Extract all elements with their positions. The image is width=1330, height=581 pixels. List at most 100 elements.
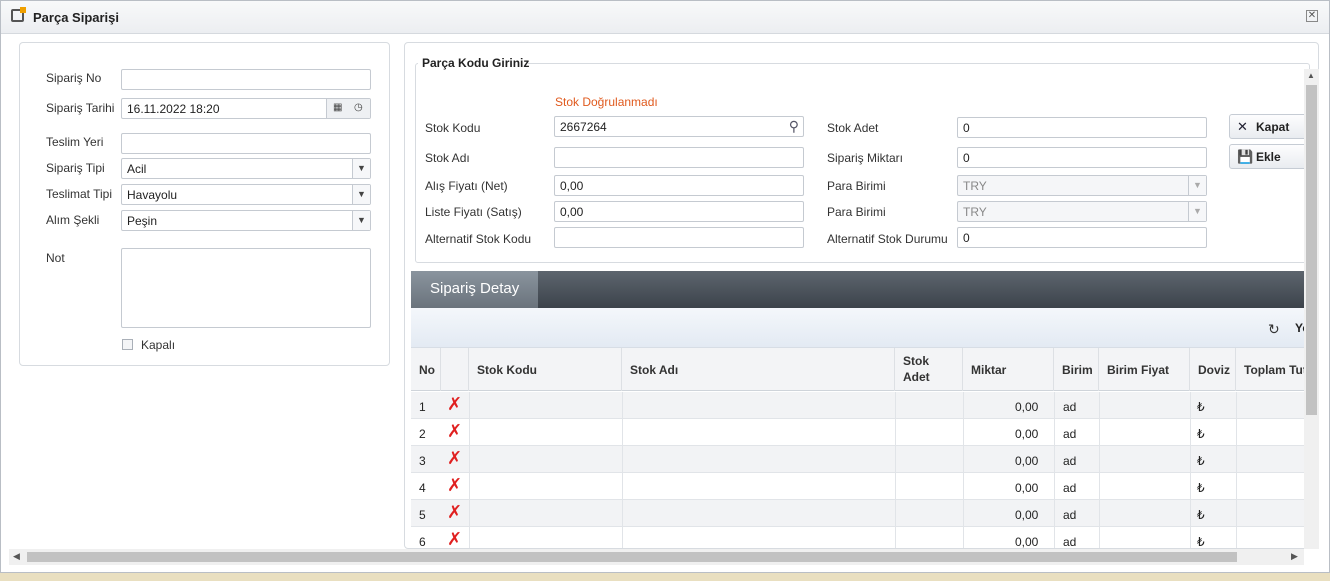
delete-row-icon[interactable]: ✗ (447, 422, 462, 440)
row-birim: ad (1063, 481, 1077, 495)
table-row[interactable]: 5 0,00 ad ₺ ✗ (411, 500, 1318, 527)
row-no: 1 (419, 400, 426, 414)
scroll-up-icon[interactable]: ▲ (1307, 71, 1315, 80)
para-birimi-value: TRY (963, 179, 987, 193)
siparis-tipi-label: Sipariş Tipi (46, 161, 105, 175)
row-miktar: 0,00 (1015, 481, 1039, 495)
column-birim[interactable]: Birim (1054, 348, 1099, 391)
vertical-scrollbar[interactable]: ▲ ▼ (1304, 69, 1319, 549)
column-stok-adet[interactable]: Stok Adet (895, 348, 963, 391)
vertical-scroll-thumb[interactable] (1306, 85, 1317, 415)
alternatif-stok-durumu-input[interactable]: 0 (957, 227, 1207, 248)
alternatif-stok-kodu-input[interactable] (554, 227, 804, 248)
siparis-tipi-value: Acil (127, 162, 147, 176)
para-birimi-select[interactable]: TRY ▼ (957, 175, 1207, 196)
ekle-button[interactable]: 💾 Ekle (1229, 144, 1307, 169)
tab-siparis-detay[interactable]: Sipariş Detay (411, 271, 538, 308)
table-row[interactable]: 1 0,00 ad ₺ ✗ (411, 392, 1318, 419)
column-miktar[interactable]: Miktar (963, 348, 1054, 391)
siparis-tarihi-value: 16.11.2022 18:20 (127, 102, 220, 116)
alis-fiyati-input[interactable]: 0,00 (554, 175, 804, 196)
delete-row-icon[interactable]: ✗ (447, 503, 462, 521)
row-miktar: 0,00 (1015, 427, 1039, 441)
delete-row-icon[interactable]: ✗ (447, 395, 462, 413)
column-stok-adi[interactable]: Stok Adı (622, 348, 895, 391)
search-icon[interactable]: ⚲ (789, 118, 799, 135)
alternatif-stok-durumu-label: Alternatif Stok Durumu (827, 232, 948, 246)
siparis-tarihi-input[interactable]: 16.11.2022 18:20 ▦ ◷ (121, 98, 371, 119)
chevron-down-icon[interactable]: ▼ (352, 211, 370, 230)
siparis-miktari-label: Sipariş Miktarı (827, 151, 904, 165)
close-icon[interactable]: ✕ (1306, 10, 1318, 22)
stok-adi-label: Stok Adı (425, 151, 470, 165)
alis-fiyati-label: Alış Fiyatı (Net) (425, 179, 508, 193)
kapali-checkbox[interactable] (122, 339, 133, 350)
stok-kodu-label: Stok Kodu (425, 121, 481, 135)
alim-sekli-select[interactable]: Peşin ▼ (121, 210, 371, 231)
liste-fiyati-label: Liste Fiyatı (Satış) (425, 205, 522, 219)
table-row[interactable]: 4 0,00 ad ₺ ✗ (411, 473, 1318, 500)
column-doviz[interactable]: Doviz (1190, 348, 1236, 391)
order-window: Parça Siparişi ✕ Sipariş No Sipariş Tari… (0, 0, 1330, 573)
kapat-button-label: Kapat (1256, 120, 1290, 134)
chevron-down-icon[interactable]: ▼ (1188, 176, 1206, 195)
delete-row-icon[interactable]: ✗ (447, 530, 462, 548)
calendar-icon[interactable]: ▦ (333, 102, 342, 113)
scroll-left-icon[interactable]: ◀ (13, 551, 20, 562)
alim-sekli-value: Peşin (127, 214, 158, 228)
row-no: 3 (419, 454, 426, 468)
stock-warning: Stok Doğrulanmadı (555, 95, 658, 109)
para-birimi-2-label: Para Birimi (827, 205, 886, 219)
delete-row-icon[interactable]: ✗ (447, 449, 462, 467)
table-row[interactable]: 6 0,00 ad ₺ ✗ (411, 527, 1318, 549)
clock-icon[interactable]: ◷ (354, 102, 363, 113)
row-no: 2 (419, 427, 426, 441)
horizontal-scroll-thumb[interactable] (27, 552, 1237, 562)
table-row[interactable]: 2 0,00 ad ₺ ✗ (411, 419, 1318, 446)
column-birim-fiyat[interactable]: Birim Fiyat (1099, 348, 1190, 391)
row-miktar: 0,00 (1015, 535, 1039, 549)
stok-kodu-value: 2667264 (560, 120, 607, 134)
siparis-tipi-select[interactable]: Acil ▼ (121, 158, 371, 179)
row-miktar: 0,00 (1015, 508, 1039, 522)
column-no[interactable]: No (411, 348, 441, 391)
row-birim: ad (1063, 508, 1077, 522)
stok-adi-input[interactable] (554, 147, 804, 168)
row-miktar: 0,00 (1015, 400, 1039, 414)
row-doviz: ₺ (1197, 508, 1205, 522)
teslim-yeri-input[interactable] (121, 133, 371, 154)
siparis-no-input[interactable] (121, 69, 371, 90)
row-birim: ad (1063, 454, 1077, 468)
chevron-down-icon[interactable]: ▼ (352, 185, 370, 204)
delete-row-icon[interactable]: ✗ (447, 476, 462, 494)
table-row[interactable]: 3 0,00 ad ₺ ✗ (411, 446, 1318, 473)
teslim-yeri-label: Teslim Yeri (46, 135, 104, 149)
not-textarea[interactable] (121, 248, 371, 328)
refresh-icon[interactable]: ↻ (1268, 321, 1280, 338)
row-no: 6 (419, 535, 426, 549)
row-doviz: ₺ (1197, 427, 1205, 441)
scroll-right-icon[interactable]: ▶ (1291, 551, 1298, 562)
teslimat-tipi-select[interactable]: Havayolu ▼ (121, 184, 371, 205)
grid-toolbar: ↻ Ye (411, 308, 1318, 348)
close-icon: ✕ (1237, 119, 1248, 134)
chevron-down-icon[interactable]: ▼ (352, 159, 370, 178)
stok-adet-input[interactable]: 0 (957, 117, 1207, 138)
not-label: Not (46, 251, 65, 265)
stok-kodu-input[interactable]: 2667264 ⚲ (554, 116, 804, 137)
chevron-down-icon[interactable]: ▼ (1188, 202, 1206, 221)
siparis-miktari-input[interactable]: 0 (957, 147, 1207, 168)
liste-fiyati-input[interactable]: 0,00 (554, 201, 804, 222)
column-stok-kodu[interactable]: Stok Kodu (469, 348, 622, 391)
row-no: 4 (419, 481, 426, 495)
row-doviz: ₺ (1197, 481, 1205, 495)
ekle-button-label: Ekle (1256, 150, 1281, 164)
window-icon (11, 7, 26, 22)
horizontal-scrollbar[interactable]: ◀ ▶ (9, 549, 1304, 565)
teslimat-tipi-label: Teslimat Tipi (46, 187, 113, 201)
kapat-button[interactable]: ✕ Kapat (1229, 114, 1307, 139)
para-birimi-2-select[interactable]: TRY ▼ (957, 201, 1207, 222)
alim-sekli-label: Alım Şekli (46, 213, 100, 227)
title-bar: Parça Siparişi ✕ (1, 1, 1329, 34)
para-birimi-2-value: TRY (963, 205, 987, 219)
